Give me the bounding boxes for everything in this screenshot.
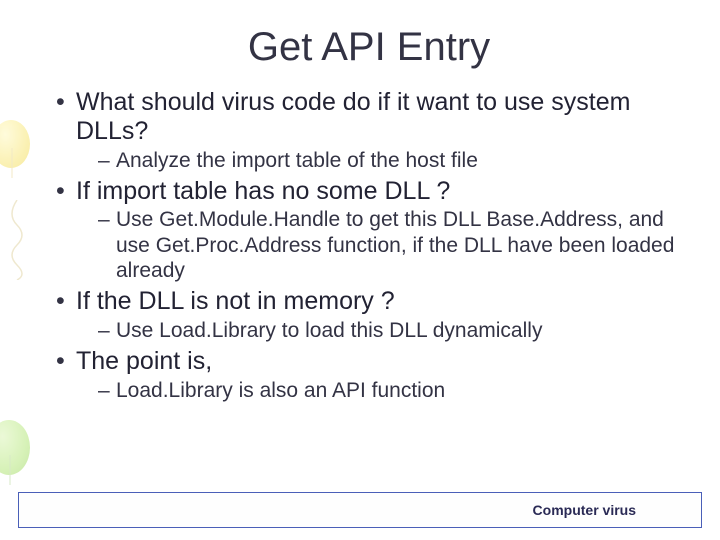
bullet-text: What should virus code do if it want to … (76, 88, 630, 145)
sub-bullet-list: Use Get.Module.Handle to get this DLL Ba… (76, 207, 690, 283)
bullet-list: What should virus code do if it want to … (48, 88, 690, 403)
bullet-text: If the DLL is not in memory ? (76, 287, 395, 315)
footer-label: Computer virus (533, 502, 636, 518)
sub-bullet-item: Use Get.Module.Handle to get this DLL Ba… (98, 207, 690, 283)
sub-bullet-text: Use Load.Library to load this DLL dynami… (116, 319, 542, 342)
bullet-item: If import table has no some DLL ? Use Ge… (54, 177, 690, 283)
sub-bullet-item: Analyze the import table of the host fil… (98, 148, 690, 173)
bullet-item: If the DLL is not in memory ? Use Load.L… (54, 287, 690, 343)
slide-title: Get API Entry (48, 25, 690, 70)
footer-bar: Computer virus (18, 492, 702, 528)
sub-bullet-list: Use Load.Library to load this DLL dynami… (76, 318, 690, 343)
sub-bullet-text: Use Get.Module.Handle to get this DLL Ba… (116, 208, 674, 281)
bullet-text: The point is, (76, 347, 212, 375)
bullet-text: If import table has no some DLL ? (76, 177, 450, 205)
sub-bullet-item: Use Load.Library to load this DLL dynami… (98, 318, 690, 343)
sub-bullet-list: Load.Library is also an API function (76, 378, 690, 403)
bullet-item: The point is, Load.Library is also an AP… (54, 347, 690, 403)
sub-bullet-item: Load.Library is also an API function (98, 378, 690, 403)
bullet-item: What should virus code do if it want to … (54, 88, 690, 173)
sub-bullet-list: Analyze the import table of the host fil… (76, 148, 690, 173)
slide-content: Get API Entry What should virus code do … (0, 0, 720, 540)
sub-bullet-text: Analyze the import table of the host fil… (116, 149, 478, 172)
sub-bullet-text: Load.Library is also an API function (116, 379, 445, 402)
